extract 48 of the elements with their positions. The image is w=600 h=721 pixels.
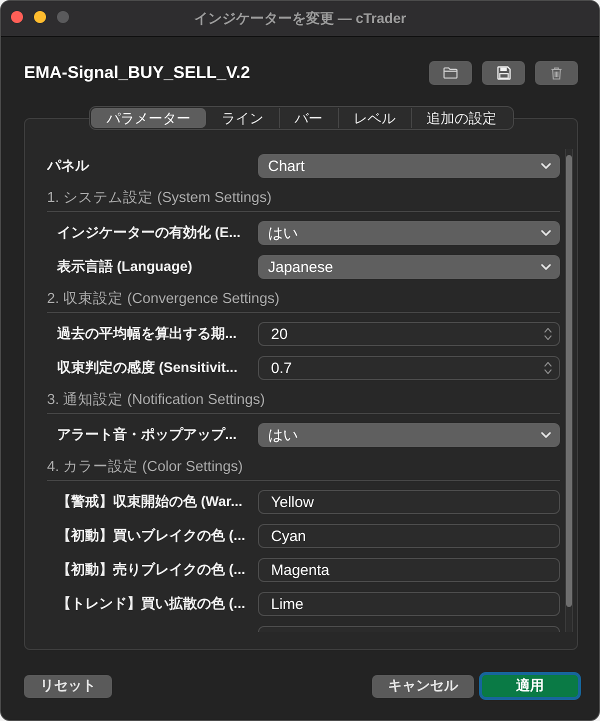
parameter-label: インジケーターの有効化 (E... [57,224,242,242]
parameter-label: 【初動】買いブレイクの色 (... [57,527,246,545]
cancel-button[interactable]: キャンセル [372,674,474,698]
indicator-name: EMA-Signal_BUY_SELL_V.2 [24,63,250,83]
number-field[interactable]: 20 [258,322,560,346]
parameter-label: 【トレンド】買い拡散の色 (... [57,595,246,613]
scrollbar-track[interactable] [565,149,573,632]
parameter-label: 収束判定の感度 (Sensitivit... [57,359,238,377]
parameter-label: 過去の平均幅を算出する期... [57,325,238,343]
tab[interactable]: レベル [338,108,410,128]
section-heading: 1. システム設定 (System Settings) [47,188,272,206]
tab[interactable]: 追加の設定 [410,108,512,128]
parameter-label: アラート音・ポップアップ... [57,426,238,444]
number-field[interactable]: 0.7 [258,356,560,380]
dropdown[interactable]: Japanese [258,255,560,279]
chevron-down-icon [541,264,551,270]
chevron-down-icon [541,163,551,169]
text-field[interactable]: Lime [258,592,560,616]
delete-button[interactable] [535,61,578,85]
window-title: インジケーターを変更 — cTrader [194,10,406,28]
dropdown[interactable]: Chart [258,154,560,178]
apply-button[interactable]: 適用 [479,672,581,700]
parameter-label: 表示言語 (Language) [57,258,194,276]
scrollbar-thumb[interactable] [566,155,572,607]
text-field[interactable]: Magenta [258,558,560,582]
dropdown[interactable]: はい [258,221,560,245]
tab[interactable]: ライン [206,108,278,128]
tab[interactable]: バー [278,108,338,128]
folder-icon [443,67,458,79]
text-field[interactable]: Cyan [258,524,560,548]
chevron-down-icon [541,230,551,236]
chevron-down-icon [541,432,551,438]
section-heading: 3. 通知設定 (Notification Settings) [47,390,265,408]
trash-icon [551,66,562,80]
text-field[interactable]: Yellow [258,490,560,514]
stepper-icon [544,327,552,341]
tab[interactable]: パラメーター [90,108,206,128]
section-heading: 2. 収束設定 (Convergence Settings) [47,290,280,308]
reset-button[interactable]: リセット [24,674,112,698]
stepper-icon [544,361,552,375]
parameter-label: 【警戒】収束開始の色 (War... [57,493,244,511]
folder-button[interactable] [429,61,472,85]
dropdown[interactable]: はい [258,423,560,447]
close-button[interactable] [11,11,23,23]
section-heading: 4. カラー設定 (Color Settings) [47,458,243,476]
save-button[interactable] [482,61,525,85]
parameter-label: 【初動】売りブレイクの色 (... [57,561,246,579]
minimize-button[interactable] [34,11,46,23]
